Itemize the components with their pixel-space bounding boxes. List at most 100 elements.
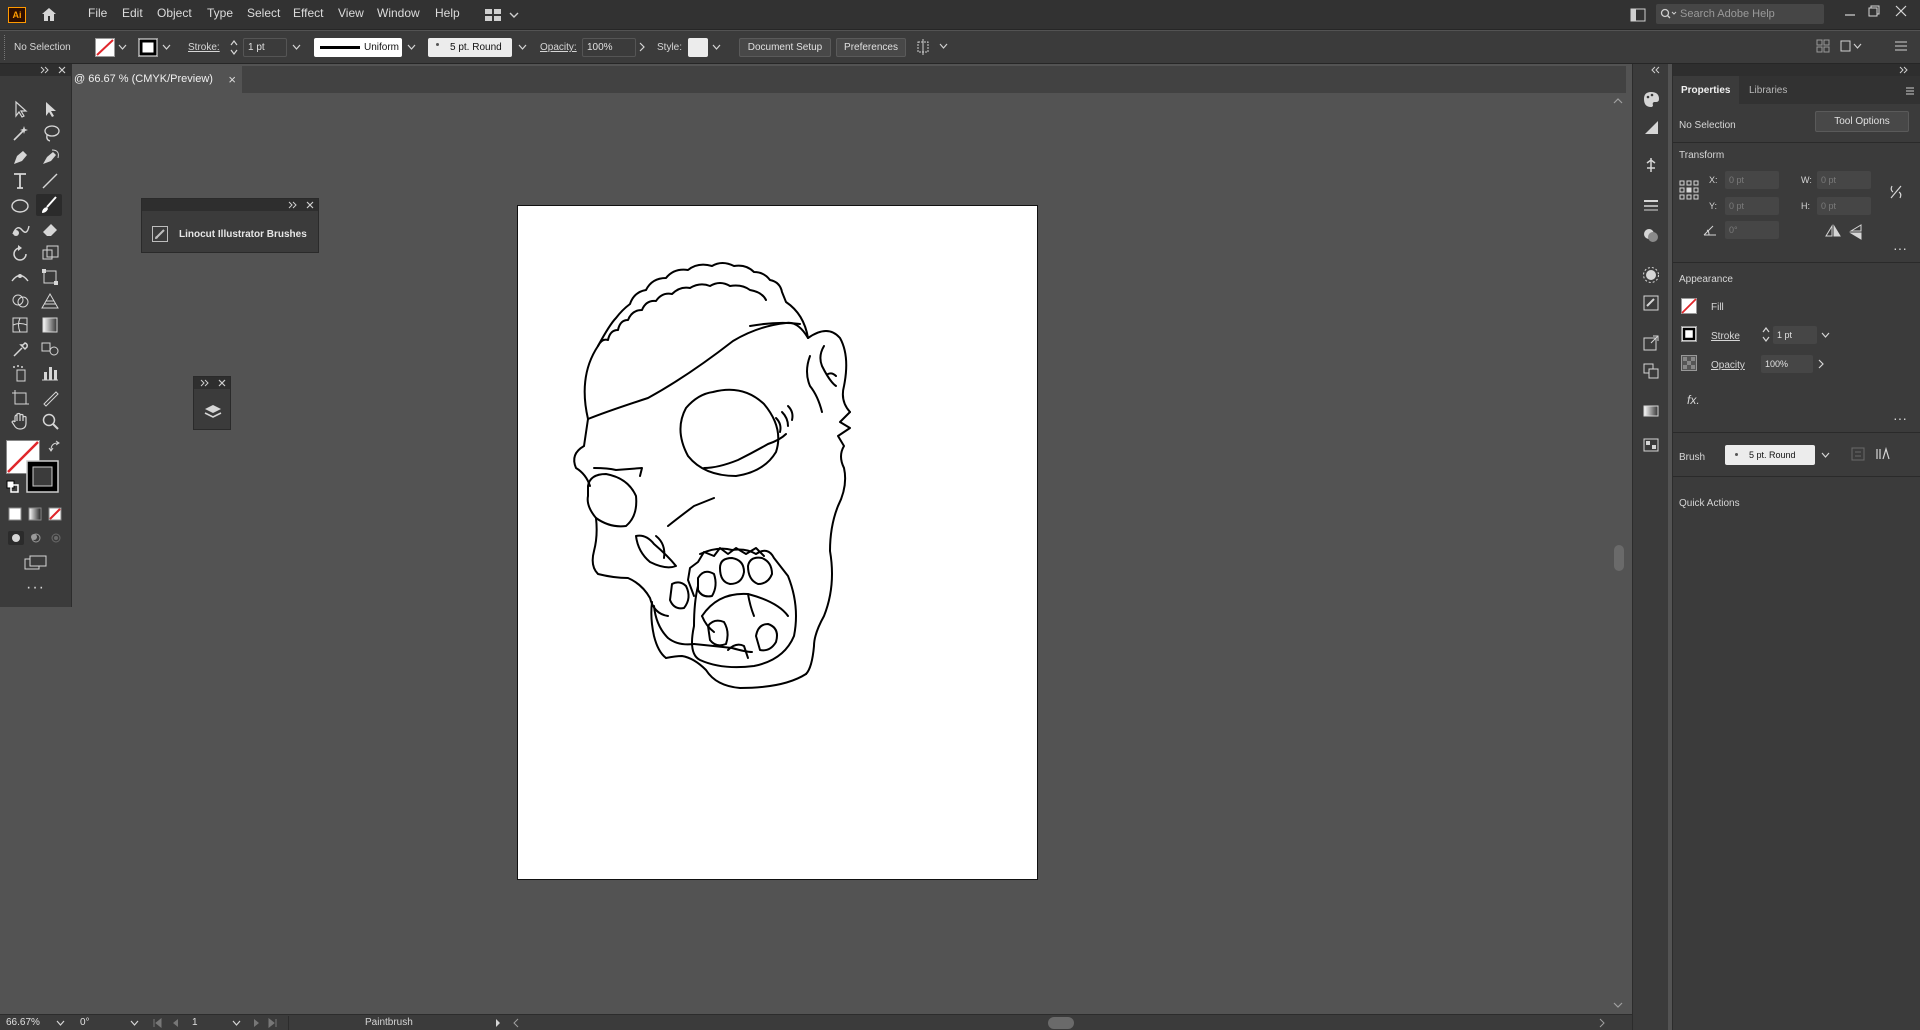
- constrain-proportions-icon[interactable]: [1889, 184, 1903, 200]
- stroke-label[interactable]: Stroke:: [188, 42, 220, 53]
- height-field[interactable]: 0 pt: [1817, 197, 1871, 215]
- stroke-weight-field[interactable]: 1 pt: [243, 38, 287, 57]
- column-graph-tool-icon[interactable]: [38, 362, 64, 384]
- scroll-up-icon[interactable]: [1612, 97, 1624, 105]
- arrange-grid-icon[interactable]: [1816, 39, 1830, 53]
- panel-menu-icon[interactable]: [1905, 86, 1915, 96]
- align-options-icon[interactable]: [916, 39, 950, 55]
- style-chevron-icon[interactable]: [712, 43, 721, 51]
- opacity-label[interactable]: Opacity: [1711, 360, 1745, 371]
- rotate-tool-icon[interactable]: [8, 242, 34, 264]
- menu-type[interactable]: Type: [207, 6, 233, 20]
- paintbrush-tool-icon[interactable]: [36, 194, 62, 216]
- opacity-field[interactable]: 100%: [582, 38, 636, 57]
- scroll-down-icon[interactable]: [1612, 1001, 1624, 1009]
- curvature-tool-icon[interactable]: [38, 146, 64, 168]
- scroll-right-icon[interactable]: [1598, 1018, 1606, 1028]
- stroke-color-swatch[interactable]: [26, 460, 59, 493]
- close-panel-icon[interactable]: [306, 201, 314, 209]
- collapse-strip-icon[interactable]: [1651, 66, 1661, 74]
- graphic-styles-panel-icon[interactable]: [1642, 294, 1660, 312]
- ellipse-tool-icon[interactable]: [8, 194, 34, 216]
- rotate-field[interactable]: 0°: [1725, 221, 1779, 239]
- selection-tool-icon[interactable]: [8, 98, 34, 120]
- arrange-documents-icon[interactable]: [1630, 8, 1646, 22]
- tab-properties[interactable]: Properties: [1673, 76, 1739, 104]
- flip-vertical-icon[interactable]: [1849, 224, 1863, 240]
- gradient-panel-icon[interactable]: [1642, 402, 1660, 420]
- blend-tool-icon[interactable]: [38, 338, 64, 360]
- brush-library-label[interactable]: Linocut Illustrator Brushes: [179, 229, 307, 240]
- flip-horizontal-icon[interactable]: [1825, 224, 1841, 238]
- type-tool-icon[interactable]: [8, 170, 34, 192]
- symbol-sprayer-tool-icon[interactable]: [8, 362, 34, 384]
- brush-options-icon[interactable]: [1851, 447, 1865, 461]
- control-menu-icon[interactable]: [1894, 39, 1908, 53]
- perspective-grid-tool-icon[interactable]: [38, 290, 64, 312]
- edit-toolbar-more-icon[interactable]: ···: [26, 580, 45, 596]
- collapse-panel-icon[interactable]: [1899, 66, 1909, 74]
- brush-chevron-icon[interactable]: [1821, 451, 1830, 459]
- workspace-switcher-icon[interactable]: [484, 8, 520, 22]
- free-transform-tool-icon[interactable]: [38, 266, 64, 288]
- appearance-panel-icon[interactable]: [1642, 266, 1660, 284]
- magic-wand-tool-icon[interactable]: [8, 122, 34, 144]
- swap-fill-stroke-icon[interactable]: [48, 440, 62, 454]
- shaper-tool-icon[interactable]: [8, 218, 34, 240]
- gradient-tool-icon[interactable]: [38, 314, 64, 336]
- brush-library-icon[interactable]: [152, 226, 168, 242]
- restore-icon[interactable]: [1868, 5, 1880, 17]
- menu-file[interactable]: File: [88, 6, 107, 20]
- y-position-field[interactable]: 0 pt: [1725, 197, 1779, 215]
- brush-definition-select[interactable]: 5 pt. Round: [428, 38, 512, 57]
- scale-tool-icon[interactable]: [38, 242, 64, 264]
- document-setup-button[interactable]: Document Setup: [739, 38, 831, 57]
- eraser-tool-icon[interactable]: [38, 218, 64, 240]
- pen-tool-icon[interactable]: [8, 146, 34, 168]
- width-field[interactable]: 0 pt: [1817, 171, 1871, 189]
- stroke-weight-field[interactable]: 1 pt: [1773, 326, 1817, 344]
- draw-behind-icon[interactable]: [28, 531, 44, 545]
- export-panel-icon[interactable]: [1642, 334, 1660, 352]
- stroke-weight-chevron-icon[interactable]: [1821, 331, 1830, 339]
- menu-edit[interactable]: Edit: [122, 6, 143, 20]
- opacity-checker-icon[interactable]: [1681, 355, 1697, 371]
- rotate-view-chevron-icon[interactable]: [130, 1019, 139, 1027]
- status-info[interactable]: Paintbrush: [288, 1016, 502, 1030]
- search-input[interactable]: Search Adobe Help: [1656, 4, 1824, 24]
- opacity-field[interactable]: 100%: [1761, 355, 1813, 373]
- width-tool-icon[interactable]: [8, 266, 34, 288]
- next-artboard-icon[interactable]: [252, 1018, 262, 1028]
- opacity-label[interactable]: Opacity:: [540, 42, 577, 53]
- artboard[interactable]: [517, 205, 1038, 880]
- opacity-arrow-icon[interactable]: [1817, 358, 1825, 370]
- zoom-chevron-icon[interactable]: [56, 1019, 65, 1027]
- default-fill-stroke-icon[interactable]: [6, 480, 20, 494]
- stroke-panel-icon[interactable]: [1642, 196, 1660, 214]
- swatches-panel-icon[interactable]: [1642, 436, 1660, 454]
- stroke-dropdown-chevron-icon[interactable]: [162, 43, 171, 51]
- fill-swatch-none[interactable]: [95, 38, 115, 57]
- close-panel-icon[interactable]: [58, 66, 66, 74]
- fill-none-swatch[interactable]: [1681, 298, 1697, 314]
- brush-libraries-icon[interactable]: [1875, 447, 1891, 461]
- mesh-tool-icon[interactable]: [8, 314, 34, 336]
- properties-panel-header[interactable]: [1673, 64, 1920, 76]
- menu-view[interactable]: View: [338, 6, 364, 20]
- layers-mini-panel-header[interactable]: [194, 377, 230, 389]
- zoom-tool-icon[interactable]: [38, 410, 64, 432]
- menu-object[interactable]: Object: [157, 6, 192, 20]
- stroke-weight-chevron-icon[interactable]: [292, 43, 301, 51]
- stroke-black-swatch[interactable]: [1681, 326, 1697, 342]
- transform-more-options-icon[interactable]: ···: [1893, 241, 1907, 255]
- variable-width-profile-select[interactable]: Uniform: [314, 38, 402, 57]
- collapse-panel-icon[interactable]: [40, 66, 50, 74]
- properties-usb-panel-icon[interactable]: [1642, 156, 1660, 174]
- fill-dropdown-chevron-icon[interactable]: [118, 43, 127, 51]
- stroke-stepper-icon[interactable]: [229, 38, 239, 57]
- preferences-button[interactable]: Preferences: [836, 38, 906, 57]
- hand-tool-icon[interactable]: [8, 410, 34, 432]
- eyedropper-tool-icon[interactable]: [8, 338, 34, 360]
- document-tab[interactable]: @ 66.67 % (CMYK/Preview) ×: [72, 66, 242, 93]
- lasso-tool-icon[interactable]: [38, 122, 64, 144]
